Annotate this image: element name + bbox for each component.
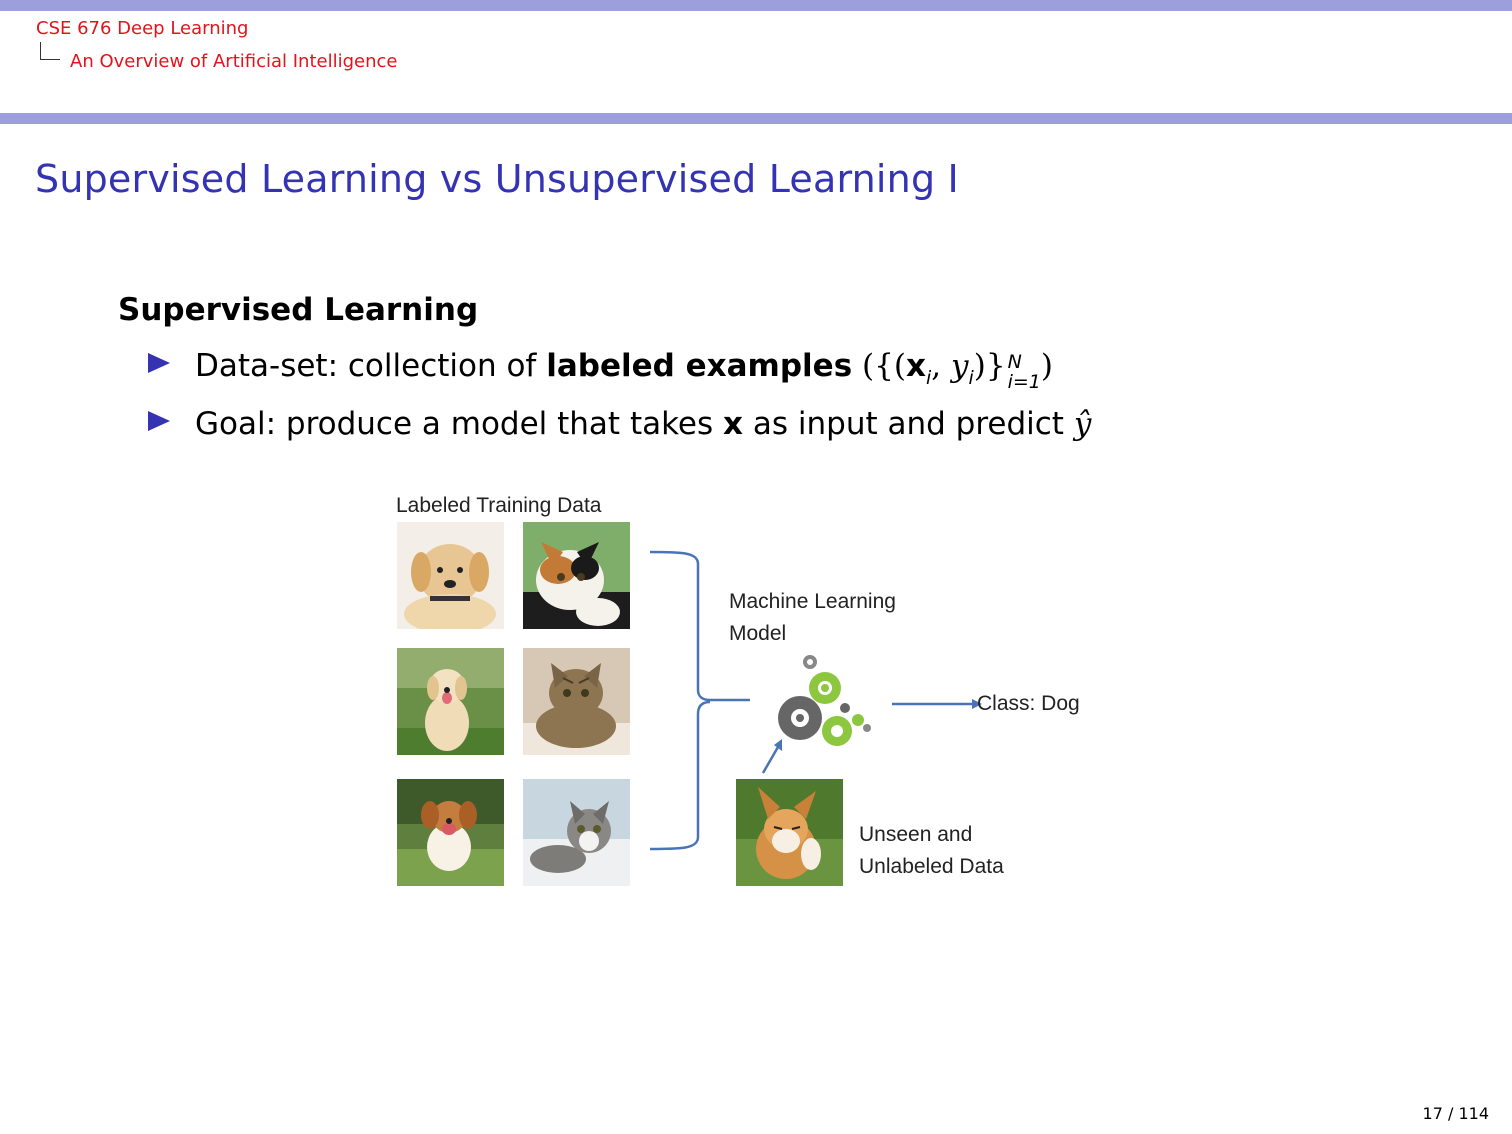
bullet-dataset: Data-set: collection of labeled examples… <box>148 348 1053 400</box>
running-dog-photo <box>397 779 504 886</box>
class-dog-label: Class: Dog <box>977 692 1080 715</box>
input-arrow <box>761 739 782 774</box>
dog-sitting-photo <box>397 648 504 755</box>
unseen-label-line2: Unlabeled Data <box>859 855 1004 878</box>
math-open: ({( <box>862 348 906 384</box>
math-close-paren: ) <box>1040 348 1053 384</box>
math-x: x <box>905 348 926 384</box>
section-heading: Supervised Learning <box>118 292 479 328</box>
header-tree-connector <box>40 42 60 60</box>
math-sup-n: N <box>1007 351 1022 373</box>
bullet-text-suffix: as input and predict <box>752 406 1064 442</box>
tabby-cat-photo <box>523 648 630 755</box>
kitten-photo <box>523 779 630 886</box>
math-sub-i: i <box>968 367 974 389</box>
header-bottom-bar <box>0 113 1512 124</box>
bullet-text: Goal: produce a model that takes <box>195 406 714 442</box>
supervised-learning-diagram: Labeled Training Data Machine Learning M… <box>380 484 1140 904</box>
corgi-photo <box>736 779 843 886</box>
bullet-triangle-icon <box>148 353 170 373</box>
bullet-triangle-icon <box>148 411 170 431</box>
model-label-line1: Machine Learning <box>729 590 896 613</box>
model-label-line2: Model <box>729 622 787 645</box>
math-y: y <box>950 348 969 384</box>
header-course-title: CSE 676 Deep Learning <box>36 18 249 39</box>
math-close: )} <box>973 348 1006 384</box>
bullet-text: Data-set: collection of <box>195 348 537 384</box>
math-sub-i: i <box>925 367 932 389</box>
calico-cat-photo <box>523 522 630 629</box>
slide-title: Supervised Learning vs Unsupervised Lear… <box>35 157 959 201</box>
math-sub-range: i=1 <box>1007 371 1041 393</box>
unseen-label-line1: Unseen and <box>859 823 973 846</box>
puppy-photo <box>397 522 504 629</box>
bullet-goal: Goal: produce a model that takes x as in… <box>148 406 1091 442</box>
header-top-bar <box>0 0 1512 11</box>
math-comma: , <box>931 348 942 384</box>
bullet-bold-x: x <box>723 406 744 442</box>
page-number: 17 / 114 <box>1422 1104 1489 1123</box>
math-yhat: ŷ <box>1073 406 1092 442</box>
labeled-training-data-label: Labeled Training Data <box>396 494 602 517</box>
header-section-title: An Overview of Artificial Intelligence <box>70 51 398 72</box>
bullet-bold-text: labeled examples <box>546 348 853 384</box>
output-arrow <box>892 699 982 709</box>
